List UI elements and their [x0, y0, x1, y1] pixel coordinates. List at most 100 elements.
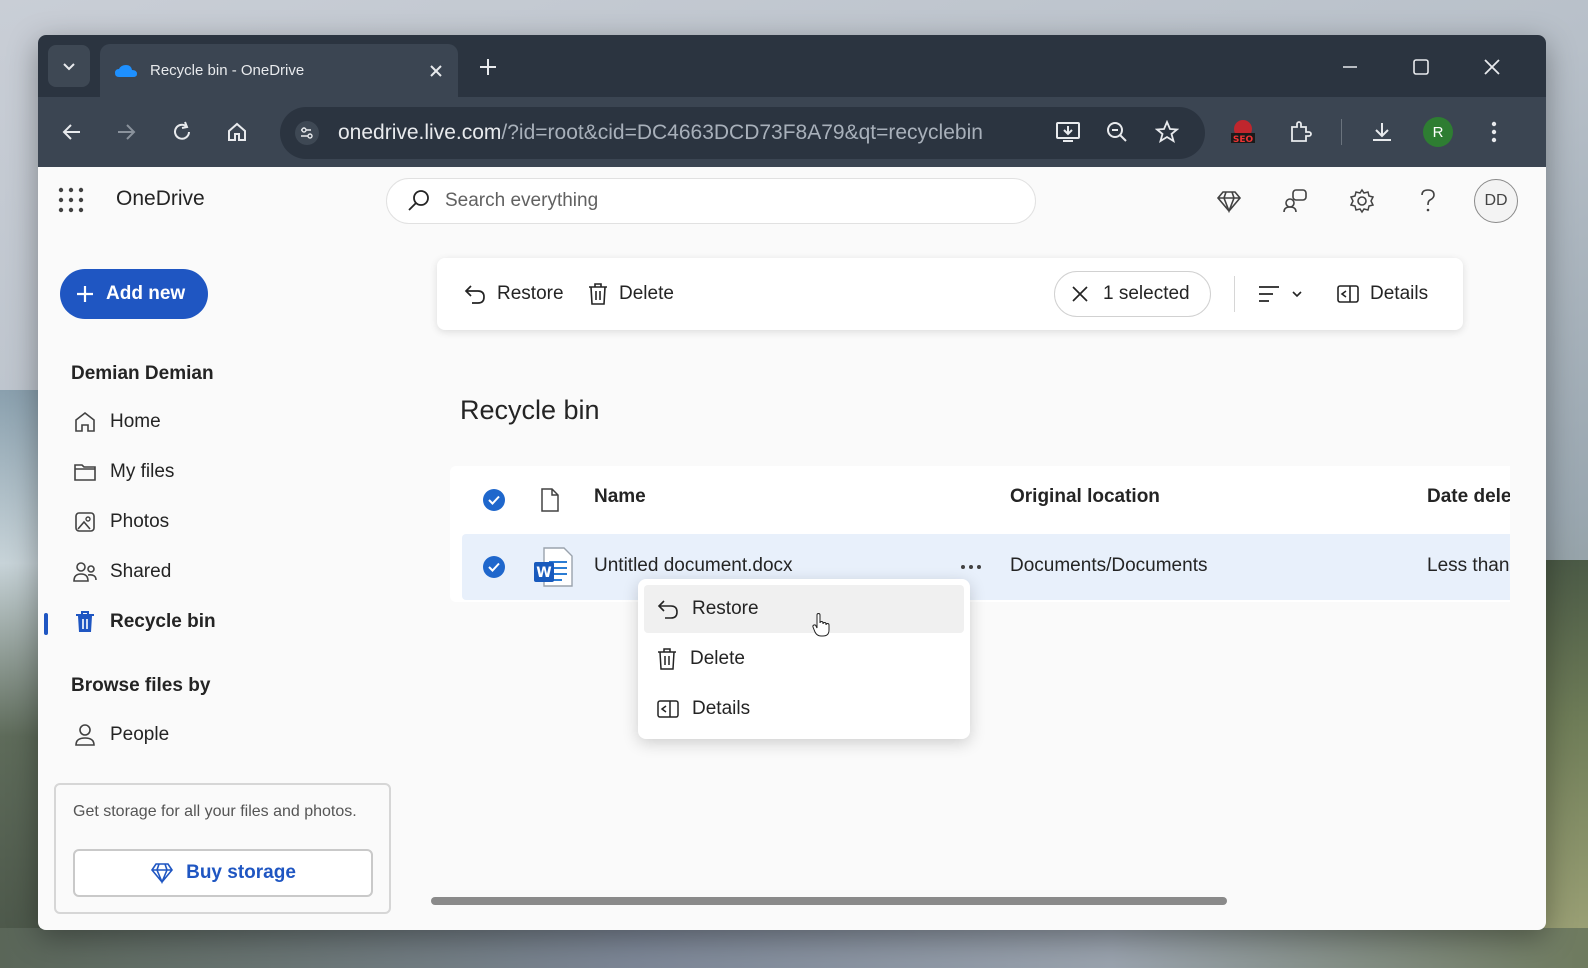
plus-icon — [77, 286, 93, 302]
original-location: Documents/Documents — [1010, 555, 1208, 576]
search-placeholder: Search everything — [445, 190, 599, 211]
menu-item-restore[interactable]: Restore — [644, 585, 964, 633]
table-row[interactable]: W Untitled document.docx Documents/Docum… — [462, 534, 1510, 600]
diamond-icon — [151, 863, 174, 884]
details-command[interactable]: Details — [1336, 278, 1428, 310]
close-icon — [1484, 59, 1500, 75]
avatar-initials: DD — [1484, 192, 1508, 209]
browser-toolbar: onedrive.live.com/?id=root&cid=DC4663DCD… — [38, 97, 1546, 167]
person-icon — [75, 724, 95, 746]
file-name[interactable]: Untitled document.docx — [594, 555, 793, 577]
select-all-checkbox[interactable] — [483, 489, 505, 511]
reload-button[interactable] — [164, 114, 200, 150]
install-app-icon — [1056, 122, 1080, 142]
sidebar-item-my-files[interactable]: My files — [71, 452, 381, 492]
column-header-name[interactable]: Name — [594, 486, 646, 508]
maximize-button[interactable] — [1401, 47, 1441, 87]
close-tab-icon[interactable] — [428, 63, 444, 79]
bookmark-button[interactable] — [1149, 114, 1185, 150]
minimize-button[interactable] — [1330, 47, 1370, 87]
details-label: Details — [1370, 283, 1429, 304]
restore-label: Restore — [497, 283, 564, 304]
menu-item-label: Restore — [692, 598, 759, 619]
help-button[interactable] — [1411, 184, 1445, 218]
back-arrow-icon — [62, 124, 80, 140]
column-header-date[interactable]: Date dele — [1427, 486, 1510, 508]
clear-selection-button[interactable]: 1 selected — [1054, 271, 1211, 317]
gear-icon — [1349, 188, 1375, 214]
zoom-icon — [1107, 122, 1127, 142]
page-title: Recycle bin — [460, 395, 600, 425]
search-input[interactable]: Search everything — [386, 178, 1036, 224]
view-options-button[interactable] — [1257, 278, 1303, 310]
onedrive-cloud-icon — [115, 64, 137, 77]
account-avatar[interactable]: DD — [1474, 179, 1518, 223]
forward-arrow-icon — [118, 124, 136, 140]
forward-button[interactable] — [108, 114, 144, 150]
url-path: /?id=root&cid=DC4663DCD73F8A79&qt=recycl… — [501, 121, 983, 144]
settings-button[interactable] — [1345, 184, 1379, 218]
toolbar-divider — [1341, 119, 1342, 145]
browse-files-heading: Browse files by — [71, 675, 211, 696]
back-button[interactable] — [54, 114, 90, 150]
row-checkbox[interactable] — [483, 556, 505, 578]
more-vertical-icon — [1491, 121, 1497, 143]
menu-item-label: Details — [692, 698, 751, 719]
column-header-location[interactable]: Original location — [1010, 486, 1160, 508]
install-app-button[interactable] — [1050, 114, 1086, 150]
selected-count: 1 selected — [1103, 283, 1190, 304]
sidebar-item-label: Photos — [110, 511, 170, 532]
site-info-icon[interactable] — [294, 120, 320, 146]
new-tab-button[interactable] — [470, 49, 506, 85]
restore-icon — [464, 285, 485, 304]
sidebar-user-name: Demian Demian — [71, 363, 214, 384]
active-indicator — [44, 613, 48, 635]
details-pane-icon — [657, 700, 679, 718]
date-deleted: Less than — [1427, 555, 1510, 576]
profile-initial: R — [1432, 123, 1444, 141]
close-icon — [1072, 286, 1088, 302]
sidebar-item-label: People — [110, 724, 170, 745]
url-host: onedrive.live.com — [338, 121, 502, 144]
menu-item-delete[interactable]: Delete — [644, 635, 964, 683]
context-menu: Restore Delete Details — [638, 579, 970, 739]
feedback-button[interactable] — [1278, 184, 1312, 218]
tab-search-button[interactable] — [48, 45, 90, 87]
hand-pointer-cursor — [812, 613, 830, 637]
delete-command[interactable]: Delete — [587, 278, 674, 310]
brand-title[interactable]: OneDrive — [116, 187, 205, 211]
svg-text:W: W — [536, 565, 551, 581]
seo-extension-button[interactable]: SEO — [1225, 114, 1261, 150]
browser-menu-button[interactable] — [1476, 114, 1512, 150]
close-window-button[interactable] — [1472, 47, 1512, 87]
app-launcher-icon[interactable] — [58, 187, 84, 213]
word-document-icon: W — [534, 547, 573, 587]
premium-button[interactable] — [1212, 184, 1246, 218]
menu-item-details[interactable]: Details — [644, 685, 964, 733]
maximize-icon — [1413, 59, 1429, 75]
command-divider — [1234, 276, 1235, 312]
more-actions-icon[interactable] — [960, 564, 982, 570]
sidebar-item-photos[interactable]: Photos — [71, 502, 381, 542]
add-new-button[interactable]: Add new — [60, 269, 208, 319]
downloads-button[interactable] — [1364, 114, 1400, 150]
sidebar-item-home[interactable]: Home — [71, 402, 381, 442]
zoom-button[interactable] — [1099, 114, 1135, 150]
sidebar-item-shared[interactable]: Shared — [71, 552, 381, 592]
buy-storage-button[interactable]: Buy storage — [73, 849, 373, 897]
profile-avatar: R — [1423, 117, 1453, 147]
home-button[interactable] — [219, 114, 255, 150]
sidebar-item-recycle-bin[interactable]: Recycle bin — [71, 602, 381, 642]
sidebar-item-people[interactable]: People — [71, 715, 381, 755]
list-view-icon — [1259, 286, 1279, 302]
people-icon — [73, 562, 97, 582]
extensions-button[interactable] — [1282, 114, 1318, 150]
horizontal-scrollbar[interactable] — [431, 897, 1227, 905]
download-icon — [1373, 123, 1391, 141]
profile-button[interactable]: R — [1420, 114, 1456, 150]
restore-command[interactable]: Restore — [463, 278, 564, 310]
tab-bar: Recycle bin - OneDrive — [38, 35, 1546, 97]
home-icon — [75, 411, 95, 432]
details-pane-icon — [1337, 285, 1359, 303]
browser-tab[interactable]: Recycle bin - OneDrive — [100, 44, 458, 97]
